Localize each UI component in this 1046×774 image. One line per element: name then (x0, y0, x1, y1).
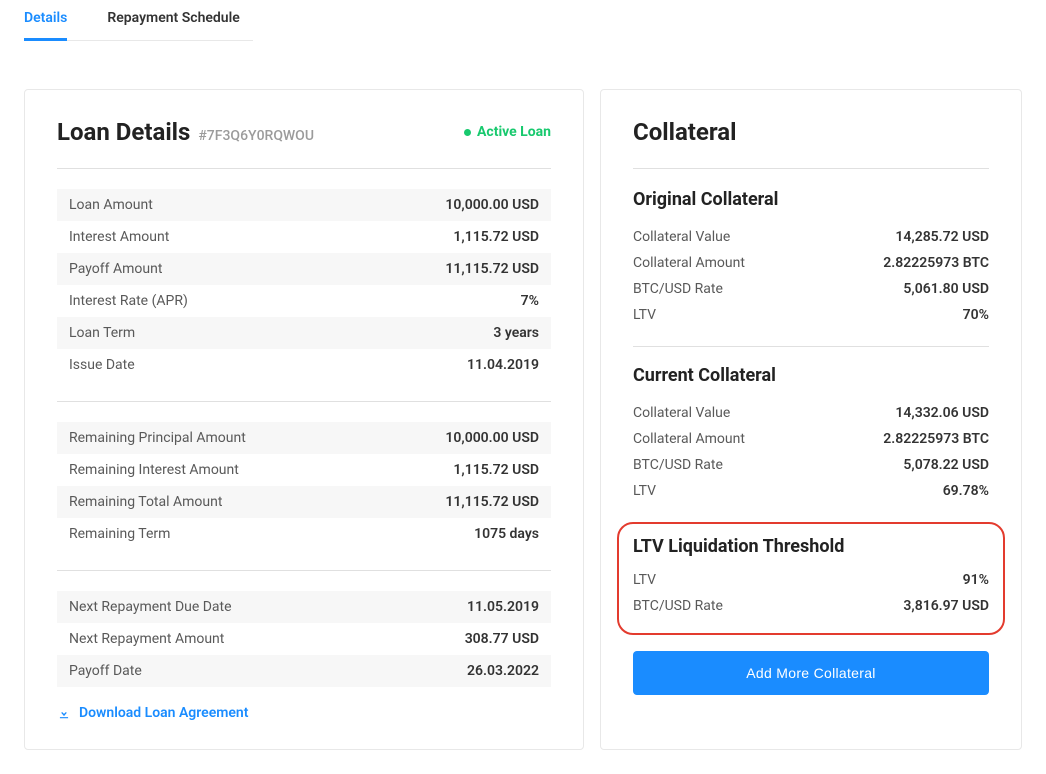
row-value: 11.05.2019 (467, 599, 539, 615)
row-label: Next Repayment Due Date (69, 599, 232, 615)
original-collateral-section: Original Collateral Collateral Value 14,2… (633, 189, 989, 328)
status-dot-icon (464, 129, 471, 136)
row-label: Payoff Date (69, 663, 142, 679)
current-collateral-heading: Current Collateral (633, 365, 989, 386)
download-link-label: Download Loan Agreement (79, 705, 248, 721)
row-label: Next Repayment Amount (69, 631, 224, 647)
kv-label: LTV (633, 572, 656, 588)
table-row: Loan Term 3 years (57, 317, 551, 349)
kv-value: 14,332.06 USD (895, 405, 989, 421)
table-row: Next Repayment Amount 308.77 USD (57, 623, 551, 655)
row-label: Remaining Term (69, 526, 170, 542)
tab-repayment-schedule[interactable]: Repayment Schedule (107, 0, 239, 40)
kv-label: BTC/USD Rate (633, 598, 723, 614)
kv-label: Collateral Value (633, 405, 730, 421)
ltv-liquidation-threshold-section: LTV Liquidation Threshold LTV 91% BTC/USD… (617, 522, 1005, 635)
row-label: Loan Amount (69, 197, 153, 213)
kv-row: Collateral Value 14,285.72 USD (633, 224, 989, 250)
loan-details-card: Loan Details #7F3Q6Y0RQWOU Active Loan L… (24, 89, 584, 750)
kv-value: 3,816.97 USD (903, 598, 989, 614)
kv-row: BTC/USD Rate 5,061.80 USD (633, 276, 989, 302)
download-loan-agreement-link[interactable]: Download Loan Agreement (57, 705, 551, 721)
kv-value: 2.82225973 BTC (883, 431, 989, 447)
table-row: Remaining Interest Amount 1,115.72 USD (57, 454, 551, 486)
table-row: Remaining Term 1075 days (57, 518, 551, 550)
table-row: Interest Rate (APR) 7% (57, 285, 551, 317)
kv-value: 5,078.22 USD (903, 457, 989, 473)
kv-label: LTV (633, 307, 656, 323)
row-value: 26.03.2022 (467, 663, 539, 679)
table-row: Remaining Total Amount 11,115.72 USD (57, 486, 551, 518)
kv-label: BTC/USD Rate (633, 281, 723, 297)
table-row: Issue Date 11.04.2019 (57, 349, 551, 381)
loan-section-3: Next Repayment Due Date 11.05.2019 Next R… (57, 591, 551, 687)
tabs: Details Repayment Schedule (24, 0, 253, 41)
row-value: 1075 days (474, 526, 539, 542)
table-row: Payoff Amount 11,115.72 USD (57, 253, 551, 285)
ltv-liquidation-heading: LTV Liquidation Threshold (633, 536, 989, 557)
kv-row: Collateral Amount 2.82225973 BTC (633, 250, 989, 276)
row-value: 3 years (493, 325, 539, 341)
loan-status: Active Loan (464, 124, 551, 140)
row-value: 7% (521, 293, 539, 309)
row-label: Remaining Total Amount (69, 494, 222, 510)
kv-label: Collateral Value (633, 229, 730, 245)
row-label: Loan Term (69, 325, 135, 341)
kv-row: Collateral Amount 2.82225973 BTC (633, 426, 989, 452)
table-row: Next Repayment Due Date 11.05.2019 (57, 591, 551, 623)
kv-value: 14,285.72 USD (895, 229, 989, 245)
loan-section-1: Loan Amount 10,000.00 USD Interest Amount… (57, 189, 551, 381)
current-collateral-section: Current Collateral Collateral Value 14,33… (633, 365, 989, 504)
row-label: Payoff Amount (69, 261, 162, 277)
table-row: Remaining Principal Amount 10,000.00 USD (57, 422, 551, 454)
row-value: 11,115.72 USD (445, 494, 539, 510)
loan-id: #7F3Q6Y0RQWOU (198, 128, 314, 144)
kv-row: BTC/USD Rate 5,078.22 USD (633, 452, 989, 478)
row-value: 308.77 USD (465, 631, 539, 647)
divider (57, 401, 551, 402)
row-value: 1,115.72 USD (453, 462, 539, 478)
row-label: Interest Amount (69, 229, 169, 245)
table-row: Payoff Date 26.03.2022 (57, 655, 551, 687)
download-icon (57, 706, 71, 720)
add-more-collateral-button[interactable]: Add More Collateral (633, 651, 989, 695)
kv-value: 70% (963, 307, 989, 323)
collateral-card: Collateral Original Collateral Collatera… (600, 89, 1022, 750)
kv-row: LTV 69.78% (633, 478, 989, 504)
table-row: Interest Amount 1,115.72 USD (57, 221, 551, 253)
row-value: 11.04.2019 (467, 357, 539, 373)
row-value: 1,115.72 USD (453, 229, 539, 245)
row-label: Issue Date (69, 357, 135, 373)
kv-value: 5,061.80 USD (903, 281, 989, 297)
kv-label: BTC/USD Rate (633, 457, 723, 473)
kv-row: Collateral Value 14,332.06 USD (633, 400, 989, 426)
row-label: Remaining Principal Amount (69, 430, 246, 446)
row-value: 10,000.00 USD (445, 197, 539, 213)
kv-label: Collateral Amount (633, 255, 745, 271)
loan-section-2: Remaining Principal Amount10,000.00 USD … (57, 422, 551, 550)
row-value: 11,115.72 USD (445, 261, 539, 277)
row-label: Remaining Interest Amount (69, 462, 239, 478)
divider (57, 570, 551, 571)
kv-value: 69.78% (943, 483, 989, 499)
kv-value: 2.82225973 BTC (883, 255, 989, 271)
kv-label: LTV (633, 483, 656, 499)
kv-value: 91% (963, 572, 989, 588)
loan-title-row: Loan Details #7F3Q6Y0RQWOU Active Loan (57, 118, 551, 169)
collateral-title: Collateral (633, 118, 736, 146)
original-collateral-heading: Original Collateral (633, 189, 989, 210)
loan-status-label: Active Loan (477, 124, 551, 140)
kv-row: LTV 91% (633, 567, 989, 593)
row-label: Interest Rate (APR) (69, 293, 188, 309)
tab-details[interactable]: Details (24, 0, 67, 41)
kv-row: BTC/USD Rate 3,816.97 USD (633, 593, 989, 619)
kv-label: Collateral Amount (633, 431, 745, 447)
row-value: 10,000.00 USD (445, 430, 539, 446)
table-row: Loan Amount 10,000.00 USD (57, 189, 551, 221)
loan-details-title: Loan Details (57, 118, 190, 146)
divider (633, 346, 989, 347)
kv-row: LTV 70% (633, 302, 989, 328)
